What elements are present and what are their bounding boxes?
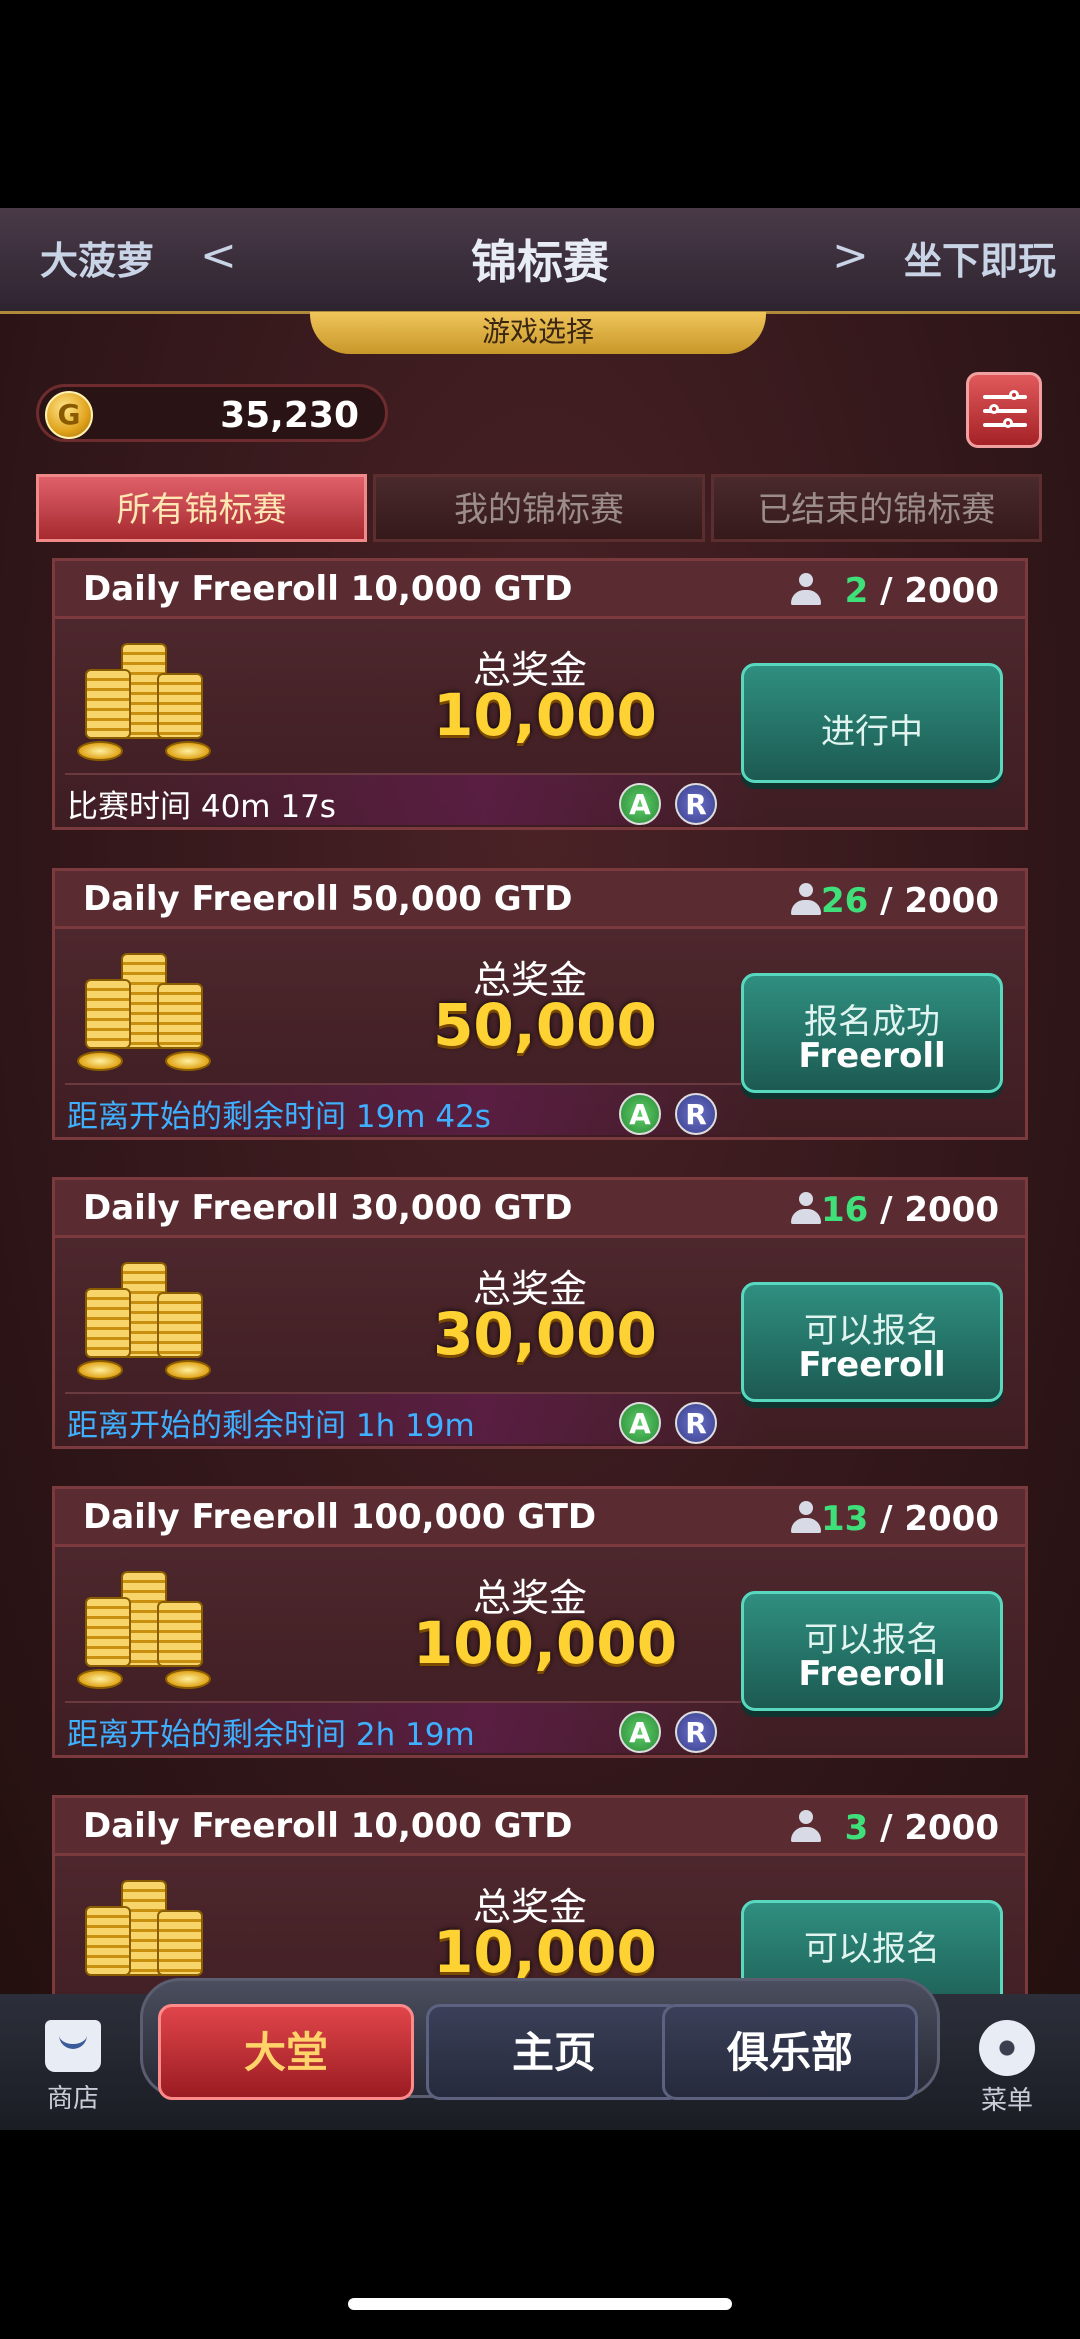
button-line2: Freeroll bbox=[798, 1345, 946, 1385]
nav-lobby-button[interactable]: 大堂 bbox=[158, 2004, 414, 2100]
player-count: 13 / 2000 bbox=[821, 1499, 999, 1539]
a-badge-icon: A bbox=[619, 1402, 661, 1444]
countdown-text: 距离开始的剩余时间 2h 19m bbox=[67, 1717, 475, 1753]
card-header: Daily Freeroll 50,000 GTD 26 / 2000 bbox=[55, 871, 1025, 929]
coin-stack-icon bbox=[77, 1557, 217, 1697]
player-count: 3 / 2000 bbox=[845, 1808, 999, 1848]
coin-icon: G bbox=[45, 391, 93, 439]
prize-amount: 10,000 bbox=[433, 681, 657, 749]
players-current: 16 bbox=[820, 1190, 869, 1230]
top-header: 大菠萝 < 锦标赛 > 坐下即玩 bbox=[0, 208, 1080, 314]
next-game-label[interactable]: 坐下即玩 bbox=[904, 230, 1056, 285]
home-indicator[interactable] bbox=[348, 2298, 732, 2310]
coin-stack-icon bbox=[77, 939, 217, 1079]
time-row: 比赛时间 40m 17s A R bbox=[65, 773, 765, 825]
countdown-text: 距离开始的剩余时间 1h 19m bbox=[67, 1408, 475, 1444]
r-badge-icon: R bbox=[675, 1402, 717, 1444]
card-header: Daily Freeroll 10,000 GTD 2 / 2000 bbox=[55, 561, 1025, 619]
registered-button[interactable]: 报名成功 Freeroll bbox=[741, 973, 1003, 1093]
player-icon bbox=[789, 1192, 823, 1226]
players-max: / 2000 bbox=[868, 1499, 999, 1539]
shop-button[interactable]: 商店 bbox=[28, 2020, 118, 2115]
nav-club-button[interactable]: 俱乐部 bbox=[662, 2004, 918, 2100]
card-header: Daily Freeroll 30,000 GTD 16 / 2000 bbox=[55, 1180, 1025, 1238]
player-icon bbox=[789, 883, 823, 917]
tournament-card[interactable]: Daily Freeroll 10,000 GTD 2 / 2000 总奖金 1… bbox=[52, 558, 1028, 830]
players-max: / 2000 bbox=[868, 1808, 999, 1848]
button-line2: Freeroll bbox=[798, 1654, 946, 1694]
players-current: 26 bbox=[820, 881, 869, 921]
tab-my-tournaments[interactable]: 我的锦标赛 bbox=[373, 474, 705, 542]
slider-knob-icon bbox=[989, 404, 999, 414]
next-arrow-icon[interactable]: > bbox=[832, 230, 869, 281]
players-current: 13 bbox=[820, 1499, 869, 1539]
tournament-title: Daily Freeroll 50,000 GTD bbox=[83, 879, 573, 919]
coin-stack-icon bbox=[77, 1248, 217, 1388]
coin-balance: G 35,230 bbox=[36, 384, 388, 442]
menu-button[interactable]: 菜单 bbox=[962, 2020, 1052, 2117]
players-max: / 2000 bbox=[868, 881, 999, 921]
tab-all-tournaments[interactable]: 所有锦标赛 bbox=[36, 474, 368, 542]
tournament-tabs: 所有锦标赛 我的锦标赛 已结束的锦标赛 bbox=[36, 474, 1042, 542]
app-root: 大菠萝 < 锦标赛 > 坐下即玩 游戏选择 G 35,230 所有锦标赛 我的锦… bbox=[0, 0, 1080, 2339]
tournament-card[interactable]: Daily Freeroll 100,000 GTD 13 / 2000 总奖金… bbox=[52, 1486, 1028, 1758]
r-badge-icon: R bbox=[675, 783, 717, 825]
prize-amount: 100,000 bbox=[412, 1609, 678, 1677]
tournament-title: Daily Freeroll 10,000 GTD bbox=[83, 1806, 573, 1846]
player-icon bbox=[789, 1810, 823, 1844]
card-header: Daily Freeroll 10,000 GTD 3 / 2000 bbox=[55, 1798, 1025, 1856]
player-count: 16 / 2000 bbox=[821, 1190, 999, 1230]
player-icon bbox=[789, 1501, 823, 1535]
coin-stack-icon bbox=[77, 1866, 217, 1994]
tournament-title: Daily Freeroll 30,000 GTD bbox=[83, 1188, 573, 1228]
tournament-title: Daily Freeroll 10,000 GTD bbox=[83, 569, 573, 609]
prize-amount: 30,000 bbox=[433, 1300, 657, 1368]
tournament-card[interactable]: Daily Freeroll 10,000 GTD 3 / 2000 总奖金 1… bbox=[52, 1795, 1028, 1994]
button-line2: Freeroll bbox=[798, 1036, 946, 1076]
clip-region: Daily Freeroll 10,000 GTD 3 / 2000 总奖金 1… bbox=[0, 1790, 1080, 1994]
tournament-title: Daily Freeroll 100,000 GTD bbox=[83, 1497, 597, 1537]
game-select-button[interactable]: 游戏选择 bbox=[310, 312, 766, 354]
register-button[interactable]: 可以报名 Freeroll bbox=[741, 1282, 1003, 1402]
time-row: 距离开始的剩余时间 2h 19m A R bbox=[65, 1701, 765, 1753]
players-current: 2 bbox=[844, 571, 869, 611]
card-header: Daily Freeroll 100,000 GTD 13 / 2000 bbox=[55, 1489, 1025, 1547]
tournament-card[interactable]: Daily Freeroll 50,000 GTD 26 / 2000 总奖金 … bbox=[52, 868, 1028, 1140]
tournament-card[interactable]: Daily Freeroll 30,000 GTD 16 / 2000 总奖金 … bbox=[52, 1177, 1028, 1449]
time-text: 比赛时间 40m 17s bbox=[67, 789, 336, 825]
prize-amount: 50,000 bbox=[433, 991, 657, 1059]
time-row: 距离开始的剩余时间 19m 42s A R bbox=[65, 1083, 765, 1135]
shopping-bag-icon bbox=[45, 2020, 101, 2072]
button-line1: 可以报名 bbox=[804, 1929, 940, 1969]
status-button[interactable]: 进行中 bbox=[741, 663, 1003, 783]
coin-amount: 35,230 bbox=[220, 395, 359, 436]
players-max: / 2000 bbox=[868, 571, 999, 611]
nav-home-button[interactable]: 主页 bbox=[426, 2004, 682, 2100]
player-count: 26 / 2000 bbox=[821, 881, 999, 921]
slider-knob-icon bbox=[1003, 418, 1013, 428]
a-badge-icon: A bbox=[619, 1093, 661, 1135]
r-badge-icon: R bbox=[675, 1093, 717, 1135]
time-row: 距离开始的剩余时间 1h 19m A R bbox=[65, 1392, 765, 1444]
countdown-text: 距离开始的剩余时间 19m 42s bbox=[67, 1099, 491, 1135]
prize-amount: 10,000 bbox=[433, 1918, 657, 1986]
slider-knob-icon bbox=[1009, 390, 1019, 400]
filter-settings-button[interactable] bbox=[966, 372, 1042, 448]
tab-finished-tournaments[interactable]: 已结束的锦标赛 bbox=[710, 474, 1042, 542]
a-badge-icon: A bbox=[619, 783, 661, 825]
player-icon bbox=[789, 573, 823, 607]
shop-label: 商店 bbox=[46, 2084, 99, 2114]
player-count: 2 / 2000 bbox=[845, 571, 999, 611]
a-badge-icon: A bbox=[619, 1711, 661, 1753]
menu-disc-icon bbox=[979, 2020, 1035, 2076]
register-button[interactable]: 可以报名 Freeroll bbox=[741, 1591, 1003, 1711]
players-max: / 2000 bbox=[868, 1190, 999, 1230]
slider-line-icon bbox=[983, 395, 1027, 399]
r-badge-icon: R bbox=[675, 1711, 717, 1753]
menu-label: 菜单 bbox=[980, 2086, 1033, 2116]
players-current: 3 bbox=[844, 1808, 869, 1848]
coin-stack-icon bbox=[77, 629, 217, 769]
status-button-label: 进行中 bbox=[821, 712, 923, 752]
